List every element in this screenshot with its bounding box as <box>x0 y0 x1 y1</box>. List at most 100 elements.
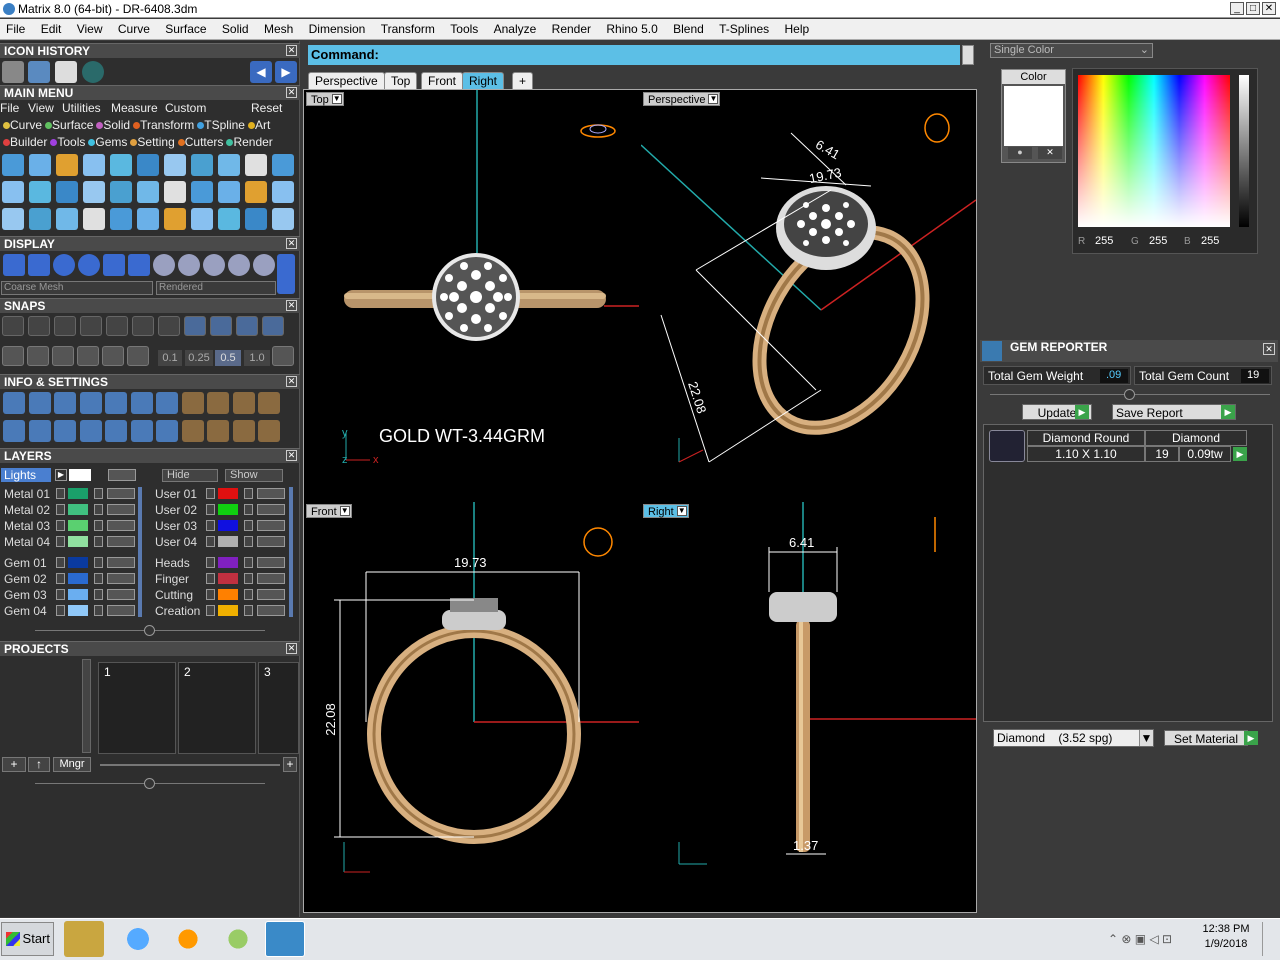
matrix-logo-icon[interactable] <box>82 61 104 83</box>
mm-category-gems[interactable]: Gems <box>85 135 127 149</box>
tab-perspective[interactable]: Perspective <box>308 72 385 89</box>
tool-icon[interactable] <box>83 208 105 230</box>
layer-row[interactable]: User 02 <box>151 503 291 517</box>
info-tool-icon[interactable] <box>28 420 51 442</box>
save-report-button[interactable]: Save Report <box>1112 404 1236 420</box>
tool-icon[interactable] <box>272 208 294 230</box>
material-select[interactable]: Diamond (3.52 spg) ▼ <box>993 729 1154 747</box>
arrow-left-icon[interactable]: ◀ <box>250 61 272 83</box>
snap-mode-icon[interactable] <box>184 316 206 336</box>
snap-grid-icon[interactable] <box>272 346 294 366</box>
lights-arrow-icon[interactable]: ▶ <box>55 469 67 481</box>
layer-visibility-toggle[interactable] <box>107 504 135 515</box>
display-mode-icon[interactable] <box>253 254 275 276</box>
tool-icon[interactable] <box>56 181 78 203</box>
lock-icon[interactable] <box>94 536 103 547</box>
lock-icon[interactable] <box>244 589 253 600</box>
close-button[interactable]: ✕ <box>1262 2 1276 15</box>
tool-icon[interactable] <box>29 181 51 203</box>
close-icon[interactable]: ✕ <box>286 643 297 654</box>
layer-visibility-toggle[interactable] <box>257 573 285 584</box>
menu-mesh[interactable]: Mesh <box>262 22 295 36</box>
project-slot-2[interactable]: 2 <box>178 662 256 754</box>
tool-icon[interactable] <box>218 181 240 203</box>
display-mode-icon[interactable] <box>128 254 150 276</box>
start-button[interactable]: Start <box>1 922 54 956</box>
layer-visibility-toggle[interactable] <box>107 557 135 568</box>
mm-category-art[interactable]: Art <box>245 118 270 132</box>
layer-arrow-icon[interactable] <box>56 605 65 616</box>
layer-row[interactable]: User 04 <box>151 535 291 549</box>
info-tool-icon[interactable] <box>54 392 76 414</box>
tool-icon[interactable] <box>137 154 159 176</box>
color-spectrum[interactable] <box>1078 75 1230 227</box>
lights-swatch[interactable] <box>69 469 91 481</box>
layer-visibility-toggle[interactable] <box>107 605 135 616</box>
tool-icon[interactable] <box>83 154 105 176</box>
internet-explorer-icon[interactable] <box>118 921 158 957</box>
tool-icon[interactable] <box>137 208 159 230</box>
snap-tool-icon[interactable] <box>52 346 74 366</box>
layer-color-swatch[interactable] <box>68 488 88 499</box>
display-mode-select[interactable]: Rendered <box>156 281 276 295</box>
layer-visibility-toggle[interactable] <box>257 520 285 531</box>
tool-icon[interactable] <box>245 154 267 176</box>
layer-arrow-icon[interactable] <box>206 504 215 515</box>
tool-icon[interactable] <box>2 208 24 230</box>
display-mode-icon[interactable] <box>228 254 250 276</box>
menu-transform[interactable]: Transform <box>379 22 437 36</box>
set-material-arrow-icon[interactable]: ▶ <box>1244 731 1258 745</box>
tool-icon[interactable] <box>2 154 24 176</box>
close-icon[interactable]: ✕ <box>286 450 297 461</box>
viewport-perspective[interactable]: Perspective ▼ 6.41 19.73 22.08 <box>641 90 976 500</box>
menu-help[interactable]: Help <box>783 22 812 36</box>
projects-zoom-button[interactable]: + <box>283 757 297 772</box>
snap-mode-icon[interactable] <box>236 316 258 336</box>
snap-mode-icon[interactable] <box>106 316 128 336</box>
layer-color-swatch[interactable] <box>218 504 238 515</box>
file-explorer-icon[interactable] <box>64 921 104 957</box>
color-wheel-icon[interactable]: ● <box>1008 147 1032 159</box>
layer-row[interactable]: Gem 02 <box>1 572 141 586</box>
tool-icon[interactable] <box>245 181 267 203</box>
show-desktop-button[interactable] <box>1262 922 1278 956</box>
layer-scrollbar-left[interactable] <box>138 487 142 617</box>
maximize-button[interactable]: □ <box>1246 2 1260 15</box>
snap-tool-icon[interactable] <box>2 346 24 366</box>
g-value[interactable]: 255 <box>1149 235 1167 247</box>
layer-color-swatch[interactable] <box>218 488 238 499</box>
menu-tsplines[interactable]: T-Splines <box>717 22 771 36</box>
show-button[interactable]: Show <box>225 469 283 482</box>
chevron-down-icon[interactable]: ▼ <box>331 94 342 104</box>
up-project-button[interactable]: ↑ <box>28 757 50 772</box>
viewport-right-label[interactable]: Right ▼ <box>643 504 689 518</box>
tool-icon[interactable] <box>2 181 24 203</box>
display-mode-icon[interactable] <box>78 254 100 276</box>
info-tool-icon[interactable] <box>181 420 204 442</box>
clear-color-icon[interactable]: ✕ <box>1038 147 1062 159</box>
viewport-top-label[interactable]: Top ▼ <box>306 92 344 106</box>
chevron-down-icon[interactable]: ▼ <box>708 94 719 104</box>
mm-category-transform[interactable]: Transform <box>130 118 194 132</box>
tab-add[interactable]: + <box>512 72 534 89</box>
layer-arrow-icon[interactable] <box>56 557 65 568</box>
layer-row[interactable]: Metal 04 <box>1 535 141 549</box>
layer-visibility-toggle[interactable] <box>257 557 285 568</box>
mm-category-tspline[interactable]: TSpline <box>194 118 245 132</box>
snap-mode-icon[interactable] <box>132 316 154 336</box>
tab-right[interactable]: Right <box>462 72 505 89</box>
update-arrow-icon[interactable]: ▶ <box>1075 405 1089 419</box>
gem-row-arrow-icon[interactable]: ▶ <box>1233 447 1247 461</box>
mm-custom[interactable]: Custom <box>165 100 206 116</box>
layer-visibility-toggle[interactable] <box>107 520 135 531</box>
lock-icon[interactable] <box>244 488 253 499</box>
layer-color-swatch[interactable] <box>218 573 238 584</box>
viewport-front-label[interactable]: Front ▼ <box>306 504 352 518</box>
layer-visibility-toggle[interactable] <box>107 536 135 547</box>
display-mode-icon[interactable] <box>3 254 25 276</box>
tool-icon[interactable] <box>218 154 240 176</box>
display-mode-icon[interactable] <box>203 254 225 276</box>
layer-arrow-icon[interactable] <box>56 573 65 584</box>
layer-arrow-icon[interactable] <box>206 488 215 499</box>
info-tool-icon[interactable] <box>54 420 76 442</box>
